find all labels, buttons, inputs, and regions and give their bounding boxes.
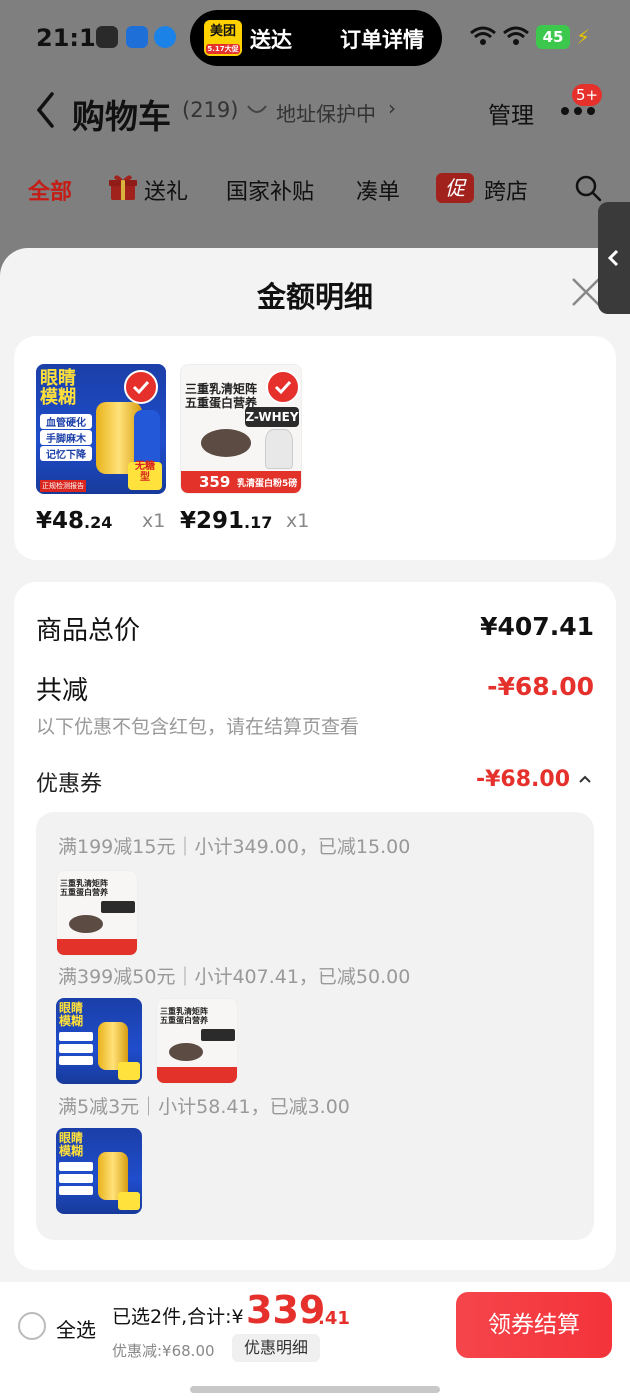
coupon-value[interactable]: -¥68.00 [476,767,570,792]
thumb-footer: 正规检测报告 [40,480,86,492]
reduce-note: 以下优惠不包含红包，请在结算页查看 [36,716,360,738]
cart-count: (219) [182,98,239,122]
page-title: 购物车 [72,97,171,136]
app-notification-icon [126,26,148,48]
dynamic-island[interactable]: 美团 5.17大促 送达 订单详情 [190,10,442,66]
total-price-integer: 339 [246,1288,326,1332]
price-breakdown-card: 商品总价 ¥407.41 共减 -¥68.00 以下优惠不包含红包，请在结算页查… [14,582,616,1270]
reduce-value: -¥68.00 [487,672,594,701]
product-thumbnail: 眼睛 模糊 [56,998,142,1084]
select-all-label[interactable]: 全选 [56,1314,96,1343]
chevron-left-icon [607,249,619,267]
total-label: 商品总价 [36,616,141,646]
app-notification-icon [96,26,118,48]
check-icon [124,370,158,404]
home-indicator[interactable] [190,1386,440,1393]
product-price: ¥48.24 [36,508,113,534]
side-collapse-tab[interactable] [598,202,630,314]
cart-tabs: 全部 送礼 国家补贴 凑单 跨店 [0,160,630,216]
product-price: ¥291.17 [180,508,273,534]
island-order-text: 订单详情 [340,28,424,52]
thumb-tag: 手脚麻木 [40,430,92,445]
island-send-text: 送达 [250,28,292,52]
coupon-rule: 满199减15元｜小计349.00，已减15.00 [58,836,411,858]
tab-gift[interactable]: 送礼 [144,174,188,206]
cart-header: 购物车 (219) 地址保护中 › 管理 5+ [0,76,630,146]
thumb-tag: 记忆下降 [40,446,92,461]
tab-all[interactable]: 全部 [28,174,72,206]
app-notification-icon [154,26,176,48]
total-value: ¥407.41 [480,612,594,641]
product-thumbnail: 三重乳清矩阵 五重蛋白营养 [156,998,238,1084]
select-all-radio[interactable] [18,1312,46,1340]
tab-national-subsidy[interactable]: 国家补贴 [226,174,314,206]
checkout-button[interactable]: 领券结算 [456,1292,612,1358]
checkout-bar: 全选 已选2件,合计:¥ 339 .41 优惠减:¥68.00 优惠明细 领券结… [0,1282,630,1400]
coupon-label[interactable]: 优惠券 [36,766,102,798]
products-card: 眼睛 模糊 血管硬化 手脚麻木 记忆下降 无糖 型 正规检测报告 三重乳清矩阵 … [14,336,616,560]
manage-button[interactable]: 管理 [488,96,534,130]
sheet-title: 金额明细 [256,280,373,314]
thumb-badge: 无糖 型 [128,461,162,490]
tab-cross-store[interactable]: 跨店 [484,174,528,206]
battery-icon: 45 [536,25,570,49]
product-quantity: x1 [286,510,310,532]
promo-icon: 促 [436,173,474,203]
chevron-right-icon: › [388,96,396,120]
product-thumbnail: 三重乳清矩阵 五重蛋白营养 [56,870,138,956]
notification-badge: 5+ [572,84,603,106]
check-icon [266,370,300,404]
charging-icon: ⚡ [576,25,591,49]
product-thumbnail: 眼睛 模糊 [56,1128,142,1214]
coupon-detail-panel: 满199减15元｜小计349.00，已减15.00 三重乳清矩阵 五重蛋白营养 满… [36,812,594,1240]
total-price-decimal: .41 [318,1308,350,1329]
reduce-label: 共减 [36,676,89,706]
amount-detail-sheet: 金额明细 眼睛 模糊 血管硬化 手脚麻木 记忆下降 无糖 型 正规检测报告 三重… [0,248,630,1400]
selected-summary: 已选2件,合计:¥ [112,1306,244,1328]
back-icon[interactable] [34,90,58,130]
meituan-logo: 美团 5.17大促 [204,20,242,56]
search-icon[interactable] [574,174,602,202]
thumb-tag: 血管硬化 [40,414,92,429]
thumb-footer: 乳清蛋白粉5磅 [237,479,298,489]
discount-detail-button[interactable]: 优惠明细 [232,1334,321,1362]
signal-icon [470,26,496,45]
tab-bundle[interactable]: 凑单 [356,174,400,206]
thumb-brand: Z-WHEY [245,407,299,427]
more-icon[interactable] [560,106,596,116]
address-protection[interactable]: 地址保护中 [276,98,376,127]
chevron-up-icon[interactable] [578,774,592,784]
status-bar: 21:17 美团 5.17大促 送达 订单详情 45 ⚡ [0,0,630,76]
coupon-rule: 满399减50元｜小计407.41，已减50.00 [58,966,411,988]
thumb-price: 359 [199,473,231,491]
coupon-rule: 满5减3元｜小计58.41，已减3.00 [58,1096,350,1118]
discount-text: 优惠减:¥68.00 [112,1342,215,1360]
product-quantity: x1 [142,510,166,532]
wifi-icon [503,26,529,45]
thumb-title: 眼睛 模糊 [40,368,76,408]
shield-icon [247,105,267,113]
gift-icon [109,175,137,200]
